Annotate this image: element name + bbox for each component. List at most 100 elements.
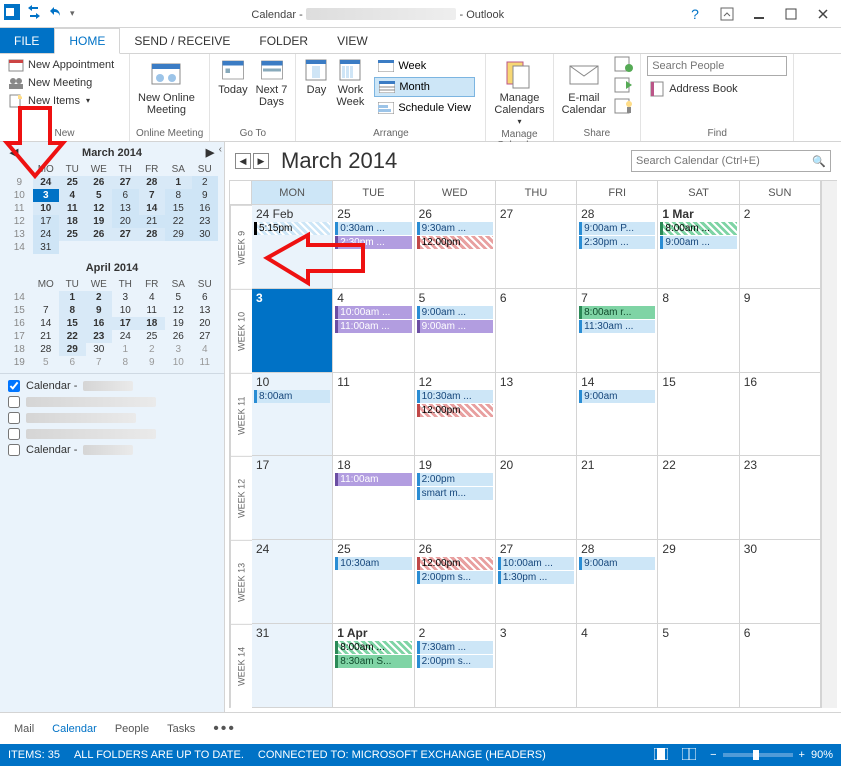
mini-calendar-march[interactable]: MOTUWETHFRSASU92425262728121034567891110… xyxy=(0,163,224,258)
day-cell[interactable]: 13 xyxy=(496,373,577,457)
mini-cal-day[interactable]: 9 xyxy=(86,304,113,317)
mini-cal-day[interactable] xyxy=(165,241,192,254)
search-icon[interactable]: 🔍 xyxy=(812,155,826,168)
mini-cal-day[interactable]: 14 xyxy=(139,202,166,215)
day-cell[interactable]: 11 xyxy=(333,373,414,457)
calendar-event[interactable]: 1:30pm ... xyxy=(498,571,574,584)
calendar-checkbox[interactable] xyxy=(8,444,20,456)
ribbon-collapse-icon[interactable] xyxy=(713,4,741,24)
day-cell[interactable]: 9 xyxy=(740,289,821,373)
day-cell[interactable]: 4 xyxy=(577,624,658,708)
mini-cal-day[interactable] xyxy=(192,241,219,254)
mini-cal-day[interactable]: 29 xyxy=(59,343,86,356)
today-button[interactable]: Today xyxy=(216,56,249,98)
mini-cal-day[interactable]: 7 xyxy=(139,189,166,202)
mini-cal-day[interactable]: 8 xyxy=(165,189,192,202)
mini-cal-day[interactable]: 29 xyxy=(165,228,192,241)
mini-cal-day[interactable]: 2 xyxy=(192,176,219,189)
day-cell[interactable]: 3 xyxy=(496,624,577,708)
mini-cal-day[interactable]: 3 xyxy=(112,291,139,304)
mini-cal-day[interactable] xyxy=(59,241,86,254)
mini-cal-day[interactable]: 11 xyxy=(192,356,219,369)
qa-sendreceive-icon[interactable] xyxy=(26,4,42,23)
mini-cal-day[interactable]: 28 xyxy=(139,176,166,189)
mini-cal-day[interactable]: 8 xyxy=(59,304,86,317)
mini-cal-day[interactable]: 3 xyxy=(165,343,192,356)
mini-cal-day[interactable]: 26 xyxy=(86,228,113,241)
mini-cal-day[interactable]: 25 xyxy=(59,176,86,189)
mini-cal-day[interactable]: 26 xyxy=(86,176,113,189)
calendar-event[interactable]: 9:00am P... xyxy=(579,222,655,235)
new-meeting-button[interactable]: New Meeting xyxy=(6,74,123,92)
calendar-event[interactable]: 9:00am ... xyxy=(417,306,493,319)
calendar-permissions-icon[interactable] xyxy=(614,98,634,117)
calendar-list-item[interactable]: Calendar - xyxy=(8,380,216,392)
mini-cal-day[interactable]: 30 xyxy=(86,343,113,356)
calendar-event[interactable]: 10:30am xyxy=(335,557,411,570)
mini-cal-day[interactable]: 2 xyxy=(86,291,113,304)
help-icon[interactable]: ? xyxy=(681,4,709,24)
day-cell[interactable]: 1811:00am xyxy=(333,456,414,540)
day-cell[interactable]: 31 xyxy=(252,624,333,708)
day-cell[interactable]: 8 xyxy=(658,289,739,373)
scrollbar[interactable] xyxy=(821,181,837,708)
mini-cal-day[interactable]: 5 xyxy=(86,189,113,202)
calendar-event[interactable]: 8:00am r... xyxy=(579,306,655,319)
nav-more-icon[interactable]: ••• xyxy=(213,720,236,738)
manage-calendars-button[interactable]: Manage Calendars▾ xyxy=(492,56,546,129)
search-people-input[interactable] xyxy=(647,56,787,76)
mini-cal-day[interactable]: 16 xyxy=(192,202,219,215)
mini-cal-day[interactable]: 1 xyxy=(165,176,192,189)
nav-calendar[interactable]: Calendar xyxy=(52,723,97,735)
calendar-event[interactable]: 2:00pm xyxy=(417,473,493,486)
mini-cal-day[interactable]: 18 xyxy=(139,317,166,330)
calendar-event[interactable]: 2:30pm ... xyxy=(335,236,411,249)
calendar-event[interactable]: 12:00pm xyxy=(417,557,493,570)
calendar-prev-button[interactable]: ◀ xyxy=(235,153,251,169)
day-cell[interactable]: 24 xyxy=(252,540,333,624)
calendar-checkbox[interactable] xyxy=(8,380,20,392)
close-button[interactable] xyxy=(809,4,837,24)
mini-cal-day[interactable]: 31 xyxy=(33,241,60,254)
zoom-out-icon[interactable]: − xyxy=(710,749,716,761)
mini-cal-day[interactable]: 3 xyxy=(33,189,60,202)
mini-cal-day[interactable]: 10 xyxy=(165,356,192,369)
day-cell[interactable]: 21 xyxy=(577,456,658,540)
day-cell[interactable]: 289:00am xyxy=(577,540,658,624)
day-cell[interactable]: 3 xyxy=(252,289,333,373)
mini-cal-day[interactable]: 28 xyxy=(33,343,60,356)
mini-cal-day[interactable]: 24 xyxy=(33,176,60,189)
day-cell[interactable]: 78:00am r...11:30am ... xyxy=(577,289,658,373)
mini-cal-day[interactable]: 13 xyxy=(192,304,219,317)
mini-cal-day[interactable]: 21 xyxy=(139,215,166,228)
mini-cal-day[interactable]: 12 xyxy=(86,202,113,215)
schedule-view-button[interactable]: Schedule View xyxy=(374,98,475,118)
calendar-event[interactable]: 9:00am ... xyxy=(417,320,493,333)
nav-mail[interactable]: Mail xyxy=(14,723,34,735)
mini-cal-day[interactable]: 25 xyxy=(59,228,86,241)
mini-cal-day[interactable]: 26 xyxy=(165,330,192,343)
mini-cal-day[interactable]: 20 xyxy=(192,317,219,330)
calendar-event[interactable]: 5:15pm xyxy=(254,222,330,235)
mini-cal-day[interactable]: 19 xyxy=(165,317,192,330)
mini-cal-day[interactable]: 5 xyxy=(33,356,60,369)
calendar-event[interactable]: 8:30am S... xyxy=(335,655,411,668)
calendar-event[interactable]: 8:00am xyxy=(254,390,330,403)
day-cell[interactable]: 1 Apr8:00am ...8:30am S... xyxy=(333,624,414,708)
tab-send-receive[interactable]: SEND / RECEIVE xyxy=(120,28,245,53)
day-cell[interactable]: 289:00am P...2:30pm ... xyxy=(577,205,658,289)
work-week-view-button[interactable]: Work Week xyxy=(334,56,366,110)
sidebar-collapse-icon[interactable]: ‹ xyxy=(219,144,222,155)
mini-cal-day[interactable]: 24 xyxy=(112,330,139,343)
view-reading-icon[interactable] xyxy=(682,748,696,763)
calendar-checkbox[interactable] xyxy=(8,428,20,440)
mini-cal-day[interactable]: 8 xyxy=(112,356,139,369)
day-cell[interactable]: 410:00am ...11:00am ... xyxy=(333,289,414,373)
mini-cal-day[interactable]: 11 xyxy=(59,202,86,215)
week-view-button[interactable]: Week xyxy=(374,56,475,76)
day-cell[interactable]: 269:30am ...12:00pm xyxy=(415,205,496,289)
day-cell[interactable]: 29 xyxy=(658,540,739,624)
mini-cal-day[interactable]: 27 xyxy=(192,330,219,343)
calendar-event[interactable]: 11:30am ... xyxy=(579,320,655,333)
mini-cal-day[interactable]: 17 xyxy=(112,317,139,330)
